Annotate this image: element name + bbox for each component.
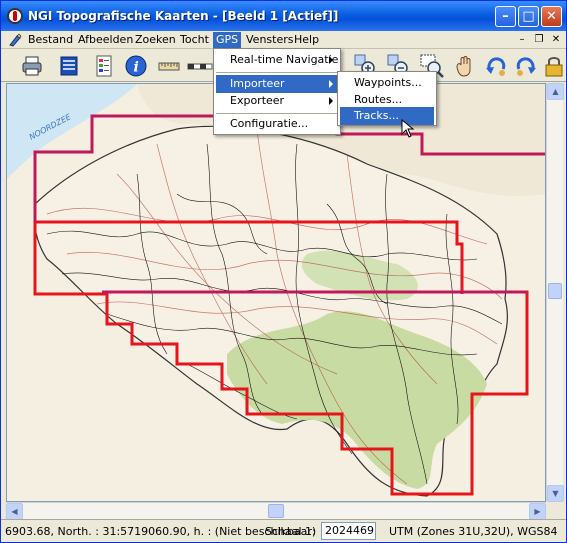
menu-bar: Bestand Afbeelden Zoeken Tocht GPS Venst…	[1, 31, 566, 49]
pan-hand-icon	[456, 56, 471, 77]
submenu-arrow-icon	[329, 80, 333, 88]
scroll-up-button[interactable]: ▲	[547, 83, 564, 100]
scroll-left-button[interactable]: ◀	[6, 503, 23, 520]
window-title: NGI Topografische Kaarten - [Beeld 1 [Ac…	[28, 9, 339, 23]
menu-item-tracks[interactable]: Tracks...	[340, 107, 434, 125]
app-logo-icon	[7, 8, 23, 24]
lock-icon	[545, 57, 563, 77]
undo-icon	[486, 57, 506, 76]
menu-afbeelden[interactable]: Afbeelden	[75, 32, 136, 48]
maximize-icon: □	[522, 9, 535, 24]
menu-help[interactable]: Help	[291, 32, 322, 48]
layers-button[interactable]	[56, 53, 82, 79]
mdi-close-button[interactable]: ✕	[549, 33, 563, 46]
legend-button[interactable]	[91, 53, 117, 79]
layers-icon	[60, 56, 78, 76]
print-icon	[22, 56, 42, 76]
horizontal-scrollbar[interactable]: ◀ ▶	[6, 502, 546, 520]
menu-vensters[interactable]: Vensters	[243, 32, 296, 48]
pan-button[interactable]	[451, 53, 477, 79]
menu-item-exporteer[interactable]: Exporteer	[216, 92, 338, 110]
topographic-map[interactable]: NOORDZEE	[7, 84, 546, 502]
mouse-cursor-icon	[401, 119, 415, 138]
ruler-scale-button[interactable]	[187, 53, 213, 79]
mdi-minimize-button[interactable]: –	[515, 33, 529, 46]
menu-item-label: Real-time Navigatie	[230, 53, 339, 66]
arrow-left-icon: ◀	[11, 507, 18, 516]
close-icon: ✕	[546, 9, 557, 24]
ruler-icon	[158, 62, 180, 71]
app-window: NGI Topografische Kaarten - [Beeld 1 [Ac…	[0, 0, 567, 543]
menu-zoeken[interactable]: Zoeken	[132, 32, 179, 48]
arrow-down-icon: ▼	[552, 489, 559, 498]
maximize-button[interactable]: □	[518, 6, 539, 27]
vertical-scroll-thumb[interactable]	[548, 283, 562, 299]
status-bar: 6903.68, North. : 31:5719060.90, h. : (N…	[1, 519, 566, 542]
undo-button[interactable]	[483, 53, 509, 79]
menu-item-label: Importeer	[230, 77, 285, 90]
menu-bestand[interactable]: Bestand	[25, 32, 76, 48]
scale-bar-icon	[187, 63, 213, 70]
map-view[interactable]: NOORDZEE	[6, 83, 546, 502]
minimize-button[interactable]: –	[495, 6, 516, 27]
redo-button[interactable]	[513, 53, 539, 79]
mdi-restore-button[interactable]: ❐	[532, 33, 546, 46]
gps-menu: Real-time Navigatie Importeer Exporteer …	[213, 48, 341, 135]
menu-item-waypoints[interactable]: Waypoints...	[340, 74, 434, 92]
submenu-arrow-icon	[329, 56, 333, 64]
menu-separator	[216, 113, 338, 114]
redo-icon	[516, 57, 536, 76]
ruler-button[interactable]	[156, 53, 182, 79]
menu-item-realtime-navigatie[interactable]: Real-time Navigatie	[216, 51, 338, 69]
scroll-down-button[interactable]: ▼	[547, 485, 564, 502]
scale-input[interactable]: 2024469	[321, 522, 376, 540]
submenu-arrow-icon	[329, 97, 333, 105]
scroll-right-button[interactable]: ▶	[529, 503, 546, 520]
title-bar[interactable]: NGI Topografische Kaarten - [Beeld 1 [Ac…	[1, 1, 566, 31]
arrow-right-icon: ▶	[534, 507, 541, 516]
print-button[interactable]	[19, 53, 45, 79]
menu-item-importeer[interactable]: Importeer	[216, 75, 338, 93]
arrow-up-icon: ▲	[552, 87, 559, 96]
minimize-icon: –	[502, 9, 509, 24]
scale-label: Schaal 1:	[265, 525, 316, 538]
close-button[interactable]: ✕	[541, 6, 562, 27]
info-icon: i	[125, 55, 147, 77]
vertical-scrollbar[interactable]: ▲ ▼	[546, 83, 564, 502]
horizontal-scroll-thumb[interactable]	[268, 504, 284, 518]
legend-icon	[96, 55, 112, 77]
menu-item-configuratie[interactable]: Configuratie...	[216, 115, 338, 133]
menu-item-label: Exporteer	[230, 94, 285, 107]
import-submenu: Waypoints... Routes... Tracks...	[337, 71, 437, 126]
lock-button[interactable]	[541, 53, 563, 79]
projection-readout: UTM (Zones 31U,32U), WGS84	[389, 525, 558, 538]
svg-text:i: i	[134, 60, 139, 76]
document-menu-icon[interactable]	[8, 33, 22, 47]
menu-separator	[216, 72, 338, 73]
menu-tocht[interactable]: Tocht	[177, 32, 212, 48]
menu-gps[interactable]: GPS	[213, 32, 242, 48]
info-button[interactable]: i	[123, 53, 149, 79]
